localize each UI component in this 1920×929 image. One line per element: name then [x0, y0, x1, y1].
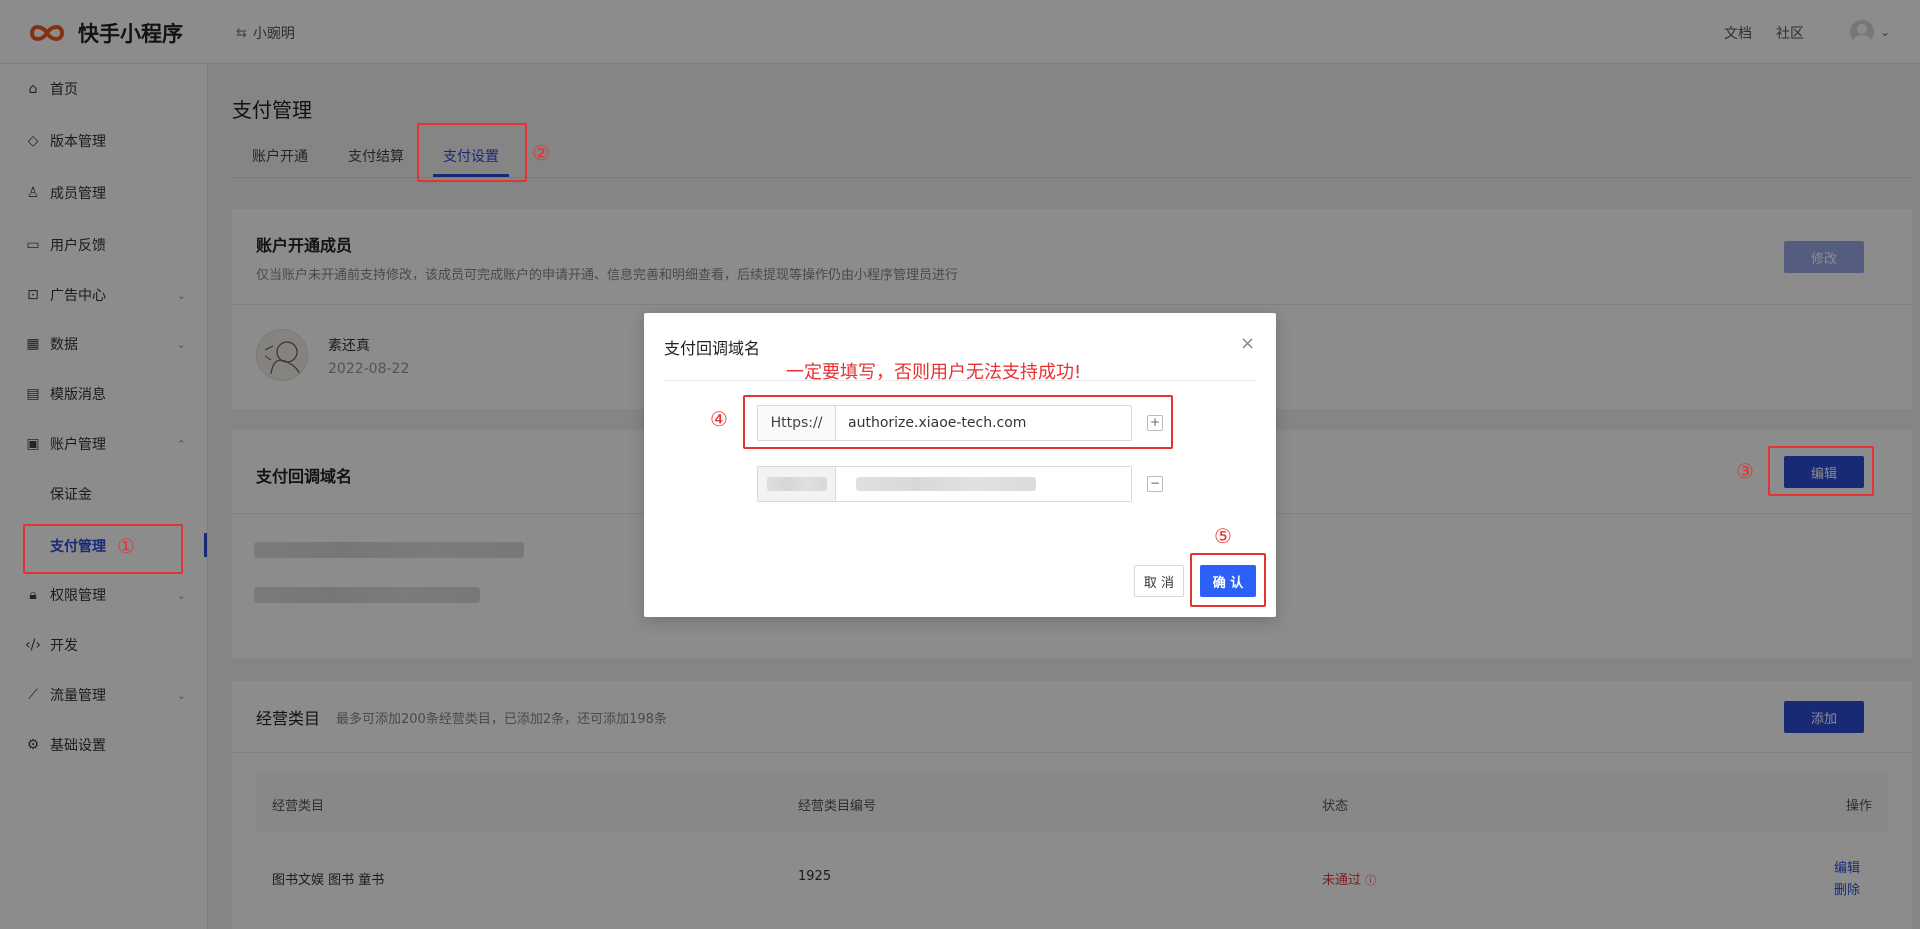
annotation-mark-5: ⑤ [1214, 524, 1232, 548]
annotation-box-4 [743, 395, 1173, 449]
annotation-mark-3: ③ [1736, 459, 1754, 483]
close-icon[interactable]: × [1240, 333, 1255, 354]
annotation-mark-4: ④ [710, 407, 728, 431]
domain-input-blurred[interactable] [836, 467, 1131, 501]
annotation-mark-1: ① [117, 534, 135, 558]
blurred-domain [856, 477, 1036, 491]
annotation-box-3 [1768, 446, 1874, 496]
annotation-mark-2: ② [532, 141, 550, 165]
annotation-box-2 [417, 123, 527, 182]
annotation-box-5 [1190, 553, 1266, 607]
protocol-addon-blurred [758, 467, 836, 501]
annotation-note: 一定要填写，否则用户无法支持成功! [786, 362, 1082, 383]
remove-domain-button[interactable]: − [1147, 476, 1163, 492]
blurred-protocol [766, 477, 827, 491]
modal-title: 支付回调域名 [664, 339, 761, 358]
cancel-button[interactable]: 取 消 [1134, 565, 1184, 597]
domain-input-group-2 [757, 466, 1132, 502]
annotation-box-1 [23, 524, 183, 574]
